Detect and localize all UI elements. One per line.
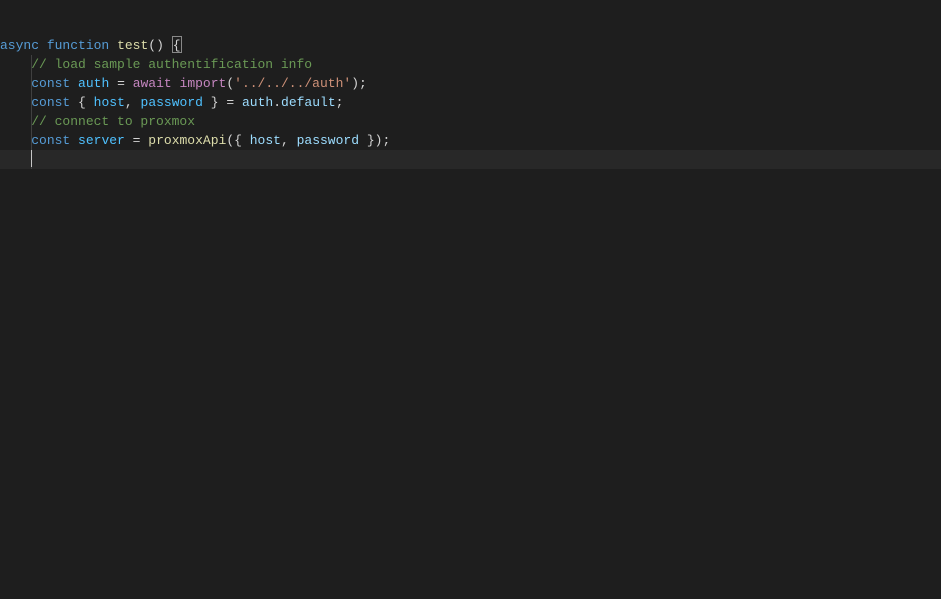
code-line[interactable]: const server = proxmoxApi({ host, passwo… (0, 131, 941, 150)
prop-default: default (281, 95, 336, 110)
code-line[interactable]: // load sample authentification info (0, 55, 941, 74)
keyword-function: function (47, 38, 109, 53)
string-literal: '../../../auth' (234, 76, 351, 91)
comment: // connect to proxmox (0, 114, 195, 129)
function-call: proxmoxApi (148, 133, 226, 148)
code-line[interactable]: // connect to proxmox (0, 112, 941, 131)
keyword-async: async (0, 38, 39, 53)
var-auth: auth (242, 95, 273, 110)
keyword-const: const (31, 95, 70, 110)
code-line[interactable]: async function test() { (0, 36, 941, 55)
function-name: test (117, 38, 148, 53)
keyword-const: const (31, 76, 70, 91)
code-line[interactable] (0, 150, 941, 169)
var-host: host (94, 95, 125, 110)
code-line[interactable]: const auth = await import('../../../auth… (0, 74, 941, 93)
var-server: server (78, 133, 125, 148)
keyword-await: await (133, 76, 172, 91)
keyword-const: const (31, 133, 70, 148)
var-auth: auth (78, 76, 109, 91)
parentheses: () (148, 38, 164, 53)
prop-host: host (250, 133, 281, 148)
var-password: password (141, 95, 203, 110)
code-editor[interactable]: async function test() { // load sample a… (0, 0, 941, 599)
keyword-import: import (180, 76, 227, 91)
code-line[interactable]: const { host, password } = auth.default; (0, 93, 941, 112)
comment: // load sample authentification info (0, 57, 312, 72)
prop-password: password (297, 133, 359, 148)
open-brace: { (172, 36, 182, 53)
